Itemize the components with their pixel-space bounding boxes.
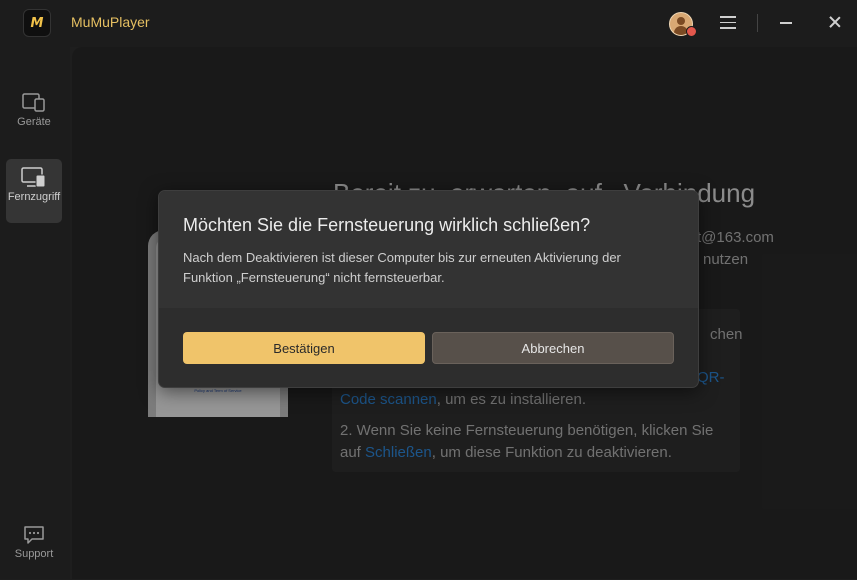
sidebar-item-fernzugriff[interactable]: Fernzugriff [6, 159, 62, 223]
avatar-heart-badge-icon [686, 26, 697, 37]
app-title: MuMuPlayer [71, 14, 150, 30]
dialog-message-line-2: Funktion „Fernsteuerung“ nicht fernsteue… [183, 270, 445, 285]
minimize-icon[interactable] [780, 22, 792, 24]
sidebar-item-support[interactable]: Support [6, 516, 62, 580]
sidebar-item-geraete[interactable]: Geräte [6, 84, 62, 148]
sidebar: Geräte Fernzugriff Support [0, 47, 70, 579]
close-icon[interactable] [827, 14, 843, 30]
confirm-button[interactable]: Bestätigen [183, 332, 425, 364]
hamburger-menu-icon[interactable] [720, 16, 736, 29]
sidebar-item-label: Fernzugriff [7, 191, 61, 203]
cancel-button[interactable]: Abbrechen [432, 332, 674, 364]
dialog-message-line-1: Nach dem Deaktivieren ist dieser Compute… [183, 250, 621, 265]
confirm-dialog: Möchten Sie die Fernsteuerung wirklich s… [158, 190, 699, 388]
sidebar-item-label: Geräte [17, 116, 51, 128]
chat-support-icon [24, 526, 44, 544]
titlebar-divider [757, 14, 758, 32]
devices-icon [22, 93, 45, 112]
mumu-logo-icon: M [23, 9, 51, 37]
remote-access-icon [21, 167, 46, 188]
sidebar-item-label: Support [14, 548, 54, 560]
dialog-title: Möchten Sie die Fernsteuerung wirklich s… [183, 215, 591, 235]
title-bar: M MuMuPlayer [0, 0, 857, 47]
